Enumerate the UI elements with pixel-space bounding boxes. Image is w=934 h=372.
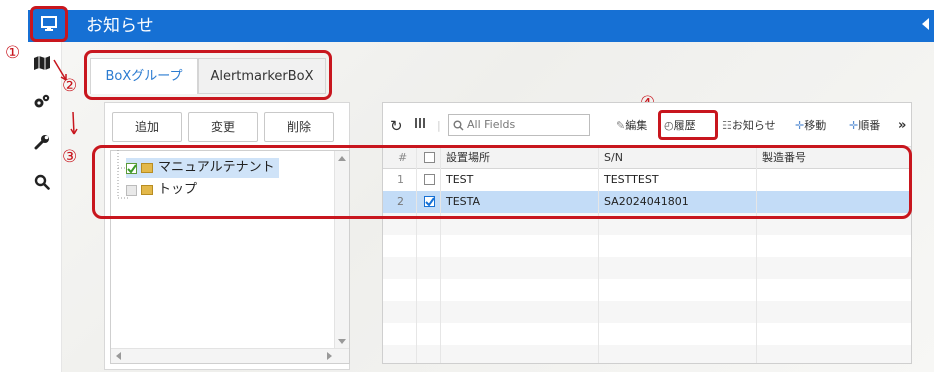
empty-row — [383, 257, 911, 279]
edit-tool-button[interactable]: ✎編集 — [616, 117, 647, 135]
pencil-icon: ✎ — [616, 119, 626, 132]
notice-button[interactable]: ☷お知らせ — [722, 117, 776, 135]
notice-label: お知らせ — [731, 119, 776, 132]
highlight-history — [658, 110, 718, 140]
refresh-icon[interactable]: ↻ — [390, 117, 403, 135]
search-placeholder: All Fields — [467, 118, 516, 131]
edit-label: 編集 — [625, 119, 648, 132]
highlight-tree-and-rows — [92, 145, 912, 219]
search-icon — [453, 120, 464, 131]
edit-button[interactable]: 変更 — [188, 112, 258, 142]
tree-horizontal-scrollbar[interactable] — [111, 348, 349, 363]
add-button[interactable]: 追加 — [112, 112, 182, 142]
order-label: 順番 — [858, 119, 881, 132]
list-icon: ☷ — [722, 119, 732, 132]
move-button[interactable]: ✛移動 — [795, 117, 826, 135]
empty-row — [383, 301, 911, 323]
highlight-tabs — [84, 50, 332, 100]
more-tools-button[interactable]: » — [898, 117, 906, 135]
search-input[interactable]: All Fields — [448, 114, 590, 136]
delete-button[interactable]: 削除 — [264, 112, 334, 142]
move-label: 移動 — [804, 119, 827, 132]
move-icon: ✛ — [795, 119, 805, 132]
order-button[interactable]: ✛順番 — [849, 117, 880, 135]
toolbar-divider: | — [437, 119, 441, 132]
empty-row — [383, 345, 911, 363]
reorder-icon: ✛ — [849, 119, 859, 132]
columns-icon[interactable] — [414, 117, 426, 135]
